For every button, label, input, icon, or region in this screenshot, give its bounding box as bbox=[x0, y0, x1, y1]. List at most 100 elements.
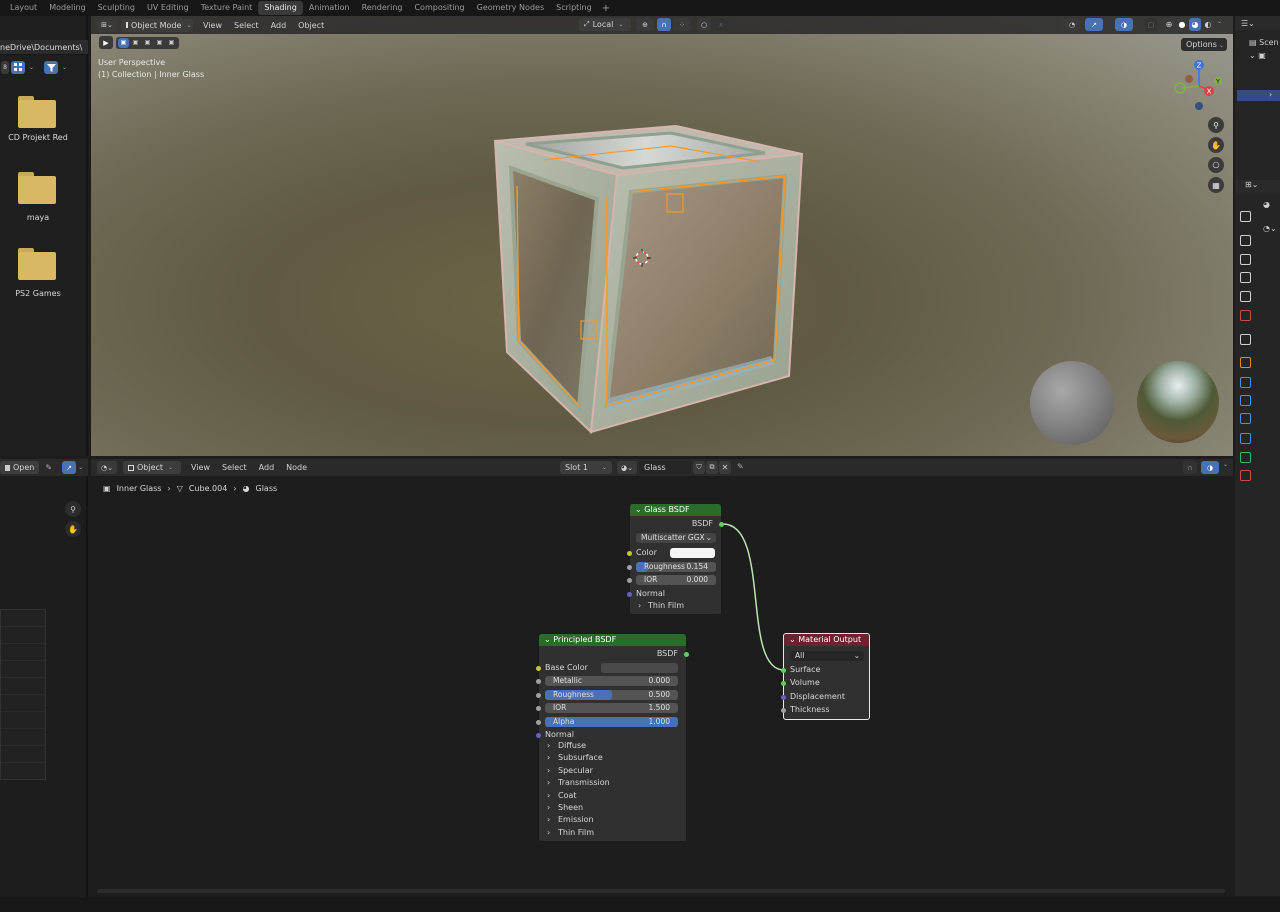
panel-transmission[interactable]: › Transmission bbox=[539, 778, 688, 789]
view-layer-icon[interactable] bbox=[1240, 272, 1251, 283]
visibility-icon[interactable]: ◔ bbox=[1063, 18, 1081, 31]
gizmo-icon[interactable]: ↗ bbox=[1085, 18, 1103, 31]
base-color-swatch[interactable] bbox=[601, 663, 678, 673]
material-preview-icon[interactable]: ◕ bbox=[1189, 18, 1201, 31]
object-icon[interactable] bbox=[1240, 357, 1251, 368]
pin-icon[interactable]: ✎ bbox=[737, 462, 744, 471]
distribution-dropdown[interactable]: Multiscatter GGX ⌄ bbox=[636, 533, 716, 543]
metallic-slider[interactable]: Metallic 0.000 bbox=[545, 676, 678, 686]
ior-input-socket[interactable] bbox=[536, 706, 541, 711]
add-workspace-icon[interactable]: + bbox=[598, 3, 614, 14]
output-node-header[interactable]: ⌄ Material Output bbox=[784, 634, 869, 646]
render-icon[interactable] bbox=[1240, 235, 1251, 246]
glass-color-swatch[interactable] bbox=[670, 548, 715, 558]
menu-select[interactable]: Select bbox=[228, 21, 265, 30]
extend-selection-icon[interactable]: ▣ bbox=[130, 37, 141, 48]
principled-ior-field[interactable]: IOR 1.500 bbox=[545, 703, 678, 713]
thickness-input-socket[interactable] bbox=[781, 708, 786, 713]
outliner-scene-row[interactable]: ▤ Scen bbox=[1249, 38, 1279, 47]
glass-roughness-slider[interactable]: Roughness 0.154 bbox=[636, 562, 716, 572]
world-icon[interactable] bbox=[1240, 310, 1251, 321]
slot-dropdown[interactable]: Slot 1 ⌄ bbox=[560, 461, 612, 474]
metallic-input-socket[interactable] bbox=[536, 679, 541, 684]
outliner-selected-row[interactable]: › bbox=[1237, 90, 1280, 101]
node-menu-add[interactable]: Add bbox=[253, 463, 281, 472]
glass-bsdf-node[interactable]: ⌄ Glass BSDF BSDF Multiscatter GGX ⌄ Colo… bbox=[627, 503, 724, 615]
solid-shading-icon[interactable]: ● bbox=[1176, 18, 1188, 31]
pivot-icon[interactable]: ⊕ bbox=[636, 18, 654, 31]
panel-thin-film[interactable]: › Thin Film bbox=[539, 828, 688, 839]
snapping-icon[interactable]: ∩ bbox=[1183, 461, 1197, 474]
horizontal-scrollbar[interactable] bbox=[97, 889, 1225, 893]
folder-label-maya[interactable]: maya bbox=[4, 213, 72, 222]
material-icon[interactable] bbox=[1240, 470, 1251, 481]
tab-animation[interactable]: Animation bbox=[303, 1, 356, 15]
3d-cursor-icon[interactable] bbox=[633, 249, 651, 267]
open-image-button[interactable]: Open bbox=[0, 461, 40, 474]
folder-icon[interactable] bbox=[18, 172, 56, 204]
panel-coat[interactable]: › Coat bbox=[539, 791, 688, 802]
unlink-material-icon[interactable]: ✕ bbox=[719, 461, 731, 474]
outliner-editor-icon[interactable]: ☰⌄ bbox=[1241, 19, 1255, 28]
set-selection-icon[interactable]: ▣ bbox=[118, 37, 129, 48]
outliner-collection-row[interactable]: ⌄ ▣ bbox=[1249, 51, 1280, 61]
tab-sculpting[interactable]: Sculpting bbox=[92, 1, 141, 15]
pin-icon[interactable]: ✎ bbox=[45, 463, 52, 472]
editor-type-icon[interactable]: ⊞⌄ bbox=[97, 18, 117, 32]
mode-dropdown[interactable]: Object Mode ⌄ bbox=[121, 18, 193, 32]
particles-icon[interactable] bbox=[1240, 395, 1251, 406]
principled-bsdf-node[interactable]: ⌄ Principled BSDF BSDF Base Color Metall… bbox=[536, 633, 689, 842]
material-slot-row[interactable]: ◔⌄ bbox=[1263, 224, 1277, 233]
base-color-input-socket[interactable] bbox=[536, 666, 541, 671]
pan-hand-icon[interactable]: ✋ bbox=[1208, 137, 1224, 153]
tab-texture-paint[interactable]: Texture Paint bbox=[195, 1, 259, 15]
principled-bsdf-output-socket[interactable] bbox=[684, 652, 689, 657]
fake-user-icon[interactable]: ⛉ bbox=[693, 461, 705, 474]
overlays-caret-icon[interactable]: ⌄ bbox=[1223, 461, 1228, 468]
volume-input-socket[interactable] bbox=[781, 681, 786, 686]
alpha-input-socket[interactable] bbox=[536, 720, 541, 725]
filter-caret-icon[interactable]: ⌄ bbox=[62, 64, 67, 71]
principled-roughness-slider[interactable]: Roughness 0.500 bbox=[545, 690, 678, 700]
tab-layout[interactable]: Layout bbox=[4, 1, 43, 15]
material-browse-icon[interactable]: ◕⌄ bbox=[617, 461, 637, 474]
glass-cube[interactable] bbox=[471, 116, 811, 436]
intersect-selection-icon[interactable]: ▣ bbox=[166, 37, 177, 48]
subtract-selection-icon[interactable]: ▣ bbox=[142, 37, 153, 48]
glass-node-header[interactable]: ⌄ Glass BSDF bbox=[630, 504, 721, 516]
normal-input-socket[interactable] bbox=[536, 733, 541, 738]
tab-scripting[interactable]: Scripting bbox=[550, 1, 598, 15]
color-input-socket[interactable] bbox=[627, 551, 632, 556]
folder-icon[interactable] bbox=[18, 248, 56, 280]
orientation-dropdown[interactable]: ⤢ Local ⌄ bbox=[579, 18, 631, 31]
invert-selection-icon[interactable]: ▣ bbox=[154, 37, 165, 48]
view-caret-icon[interactable]: ⌄ bbox=[29, 64, 34, 71]
node-menu-node[interactable]: Node bbox=[280, 463, 313, 472]
file-path-field[interactable]: neDrive\Documents\ bbox=[0, 40, 88, 55]
principled-node-header[interactable]: ⌄ Principled BSDF bbox=[539, 634, 686, 646]
output-target-dropdown[interactable]: All ⌄ bbox=[790, 651, 864, 661]
node-menu-view[interactable]: View bbox=[185, 463, 216, 472]
cursor-tool-icon[interactable]: ▶ bbox=[99, 36, 113, 49]
tab-compositing[interactable]: Compositing bbox=[408, 1, 470, 15]
ior-input-socket[interactable] bbox=[627, 578, 632, 583]
tab-rendering[interactable]: Rendering bbox=[356, 1, 409, 15]
folder-label-cd-projekt-red[interactable]: CD Projekt Red bbox=[4, 133, 72, 142]
modifier-icon[interactable] bbox=[1240, 377, 1251, 388]
node-menu-select[interactable]: Select bbox=[216, 463, 253, 472]
snap-target-icon[interactable]: ⁘ bbox=[673, 18, 691, 31]
proportional-edit-icon[interactable]: ○ bbox=[697, 18, 711, 31]
glass-thin-film-panel[interactable]: Thin Film bbox=[648, 601, 684, 611]
node-editor-type-icon[interactable]: ◔⌄ bbox=[97, 461, 117, 474]
shading-caret-icon[interactable]: ⌄ bbox=[1217, 18, 1222, 31]
menu-add[interactable]: Add bbox=[265, 21, 293, 30]
folder-label-ps2-games[interactable]: PS2 Games bbox=[4, 289, 72, 298]
physics-icon[interactable] bbox=[1240, 413, 1251, 424]
alpha-slider[interactable]: Alpha 1.000 bbox=[545, 717, 678, 727]
material-name-field[interactable]: Glass bbox=[639, 461, 691, 474]
folder-icon[interactable] bbox=[18, 96, 56, 128]
navigation-gizmo[interactable]: Z Y X bbox=[1171, 58, 1227, 114]
panel-specular[interactable]: › Specular bbox=[539, 766, 688, 777]
xray-icon[interactable]: ▢ bbox=[1145, 18, 1157, 31]
menu-view[interactable]: View bbox=[197, 21, 228, 30]
